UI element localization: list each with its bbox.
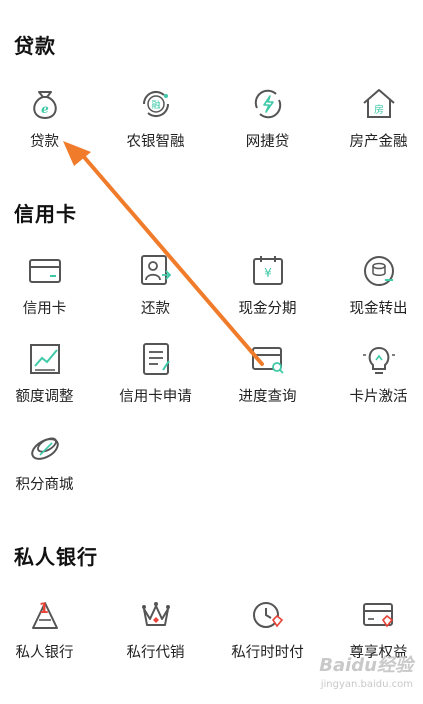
menu-item-credit-card-application[interactable]: 信用卡申请 bbox=[103, 339, 208, 411]
menu-item-label: 额度调整 bbox=[15, 389, 74, 405]
watermark-main: Baidu经验 bbox=[319, 655, 413, 676]
menu-item-cash-transfer-out[interactable]: 现金转出 bbox=[326, 251, 423, 323]
menu-item-label: 私行代销 bbox=[126, 645, 185, 661]
crown-icon bbox=[136, 595, 176, 635]
repayment-person-icon bbox=[136, 251, 176, 291]
menu-item-label: 现金转出 bbox=[349, 301, 408, 317]
calendar-yen-icon: ¥ bbox=[248, 251, 288, 291]
menu-item-credit-card[interactable]: 信用卡 bbox=[0, 251, 97, 323]
menu-item-points-mall[interactable]: 积分商城 bbox=[0, 427, 97, 499]
menu-item-private-banking-distribution[interactable]: 私行代销 bbox=[103, 595, 208, 667]
menu-item-label: 积分商城 bbox=[15, 477, 74, 493]
menu-item-label: 私人银行 bbox=[15, 645, 74, 661]
svg-text:¥: ¥ bbox=[264, 266, 272, 280]
watermark-sub: jingyan.baidu.com bbox=[320, 679, 413, 690]
menu-item-label: 网捷贷 bbox=[245, 134, 290, 150]
menu-item-card-activation[interactable]: 卡片激活 bbox=[326, 339, 423, 411]
menu-item-cash-installment[interactable]: ¥ 现金分期 bbox=[215, 251, 320, 323]
svg-text:融: 融 bbox=[151, 100, 160, 111]
private-bank-icon: 1 bbox=[25, 595, 65, 635]
menu-item-nongyin-zhirong[interactable]: 融 农银智融 bbox=[103, 84, 208, 156]
coin-transfer-icon bbox=[359, 251, 399, 291]
menu-item-label: 房产金融 bbox=[349, 134, 408, 150]
svg-text:e: e bbox=[41, 102, 49, 116]
loan-bag-icon: e bbox=[25, 84, 65, 124]
points-coin-icon bbox=[25, 427, 65, 467]
menu-item-label: 进度查询 bbox=[238, 389, 297, 405]
menu-item-private-banking[interactable]: 1 私人银行 bbox=[0, 595, 97, 667]
menu-item-wangjiedai[interactable]: 网捷贷 bbox=[215, 84, 320, 156]
baidu-jingyan-watermark: Baidu经验 jingyan.baidu.com bbox=[319, 651, 413, 690]
trend-chart-icon bbox=[25, 339, 65, 379]
menu-item-private-banking-instant-pay[interactable]: 私行时时付 bbox=[215, 595, 320, 667]
menu-item-label: 现金分期 bbox=[238, 301, 297, 317]
menu-item-label: 贷款 bbox=[30, 134, 59, 150]
menu-item-label: 农银智融 bbox=[126, 134, 185, 150]
menu-item-repayment[interactable]: 还款 bbox=[103, 251, 208, 323]
svg-text:1: 1 bbox=[39, 601, 49, 617]
menu-item-label: 私行时时付 bbox=[231, 645, 304, 661]
section-title-loan: 贷款 bbox=[14, 34, 56, 58]
credit-card-icon bbox=[25, 251, 65, 291]
menu-item-label: 还款 bbox=[141, 301, 170, 317]
menu-item-progress-query[interactable]: 进度查询 bbox=[215, 339, 320, 411]
menu-item-label: 卡片激活 bbox=[349, 389, 408, 405]
clock-diamond-icon bbox=[248, 595, 288, 635]
application-form-icon bbox=[136, 339, 176, 379]
card-diamond-icon bbox=[359, 595, 399, 635]
menu-item-label: 信用卡申请 bbox=[119, 389, 192, 405]
rong-coin-icon: 融 bbox=[136, 84, 176, 124]
section-title-credit-card: 信用卡 bbox=[14, 202, 77, 226]
menu-item-limit-adjustment[interactable]: 额度调整 bbox=[0, 339, 97, 411]
section-title-private-banking: 私人银行 bbox=[14, 545, 98, 569]
menu-item-label: 信用卡 bbox=[22, 301, 67, 317]
lightbulb-icon bbox=[359, 339, 399, 379]
lightning-coin-icon bbox=[248, 84, 288, 124]
card-search-icon bbox=[248, 339, 288, 379]
menu-item-real-estate-finance[interactable]: 房 房产金融 bbox=[326, 84, 423, 156]
menu-item-loan[interactable]: e 贷款 bbox=[0, 84, 97, 156]
house-icon: 房 bbox=[359, 84, 399, 124]
svg-text:房: 房 bbox=[374, 103, 384, 116]
